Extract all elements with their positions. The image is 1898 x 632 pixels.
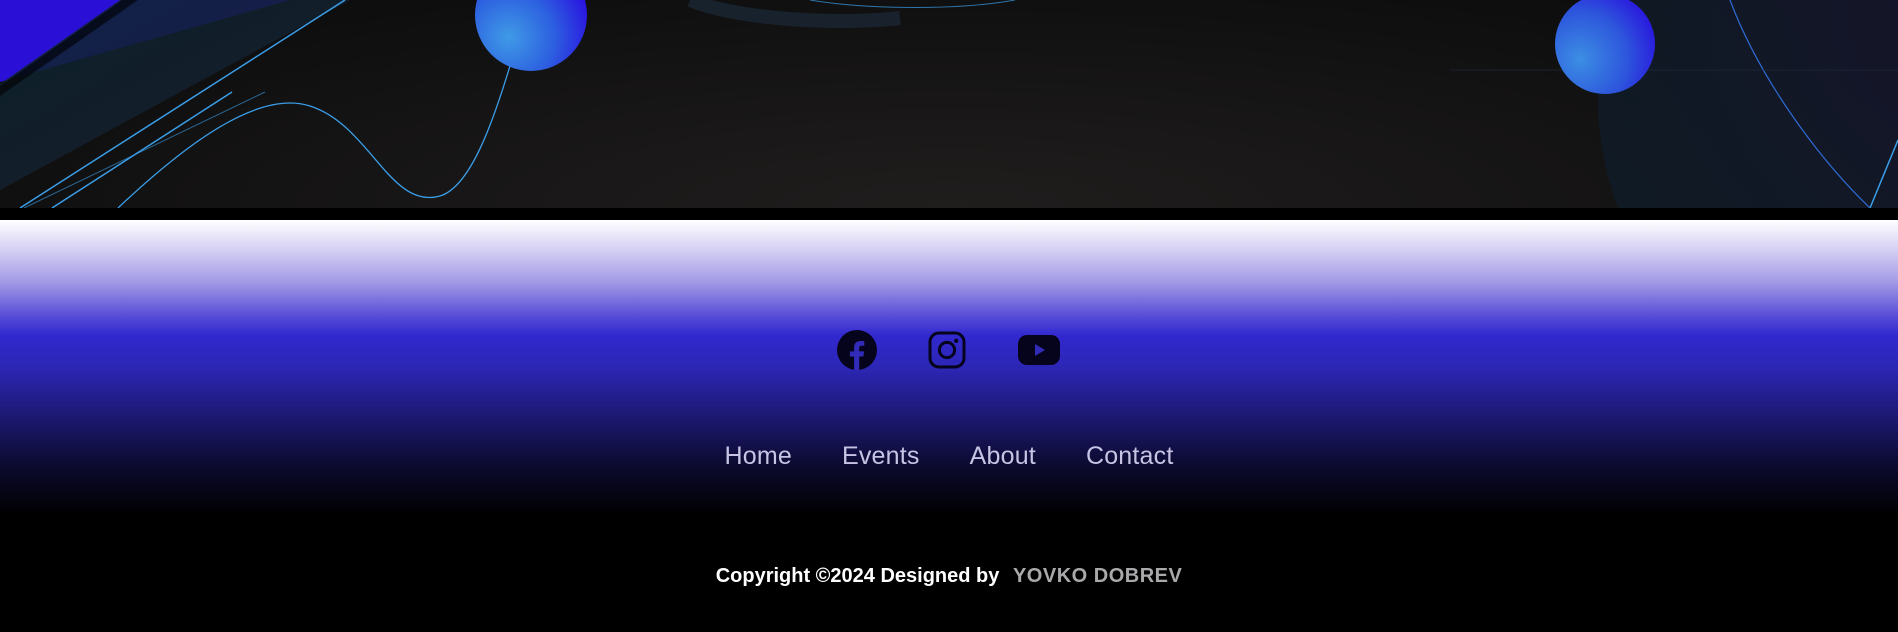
hero-background-art [0,0,1898,208]
hero-decorative-banner [0,0,1898,208]
nav-link-events[interactable]: Events [842,442,920,471]
nav-link-about[interactable]: About [970,442,1036,471]
left-orb [475,0,587,71]
site-footer: Home Events About Contact Copyright ©202… [0,220,1898,632]
facebook-icon[interactable] [837,330,877,370]
social-links [0,330,1898,370]
youtube-icon[interactable] [1017,330,1061,370]
instagram-icon[interactable] [927,330,967,370]
nav-link-home[interactable]: Home [724,442,792,471]
copyright-text: Copyright ©2024 Designed by [715,565,1000,587]
designer-link[interactable]: YOVKO DOBREV [1013,565,1182,587]
footer-nav: Home Events About Contact [0,442,1898,471]
divider-band [0,208,1898,220]
nav-link-contact[interactable]: Contact [1086,442,1174,471]
copyright-line: Copyright ©2024 Designed by YOVKO DOBREV [0,565,1898,588]
